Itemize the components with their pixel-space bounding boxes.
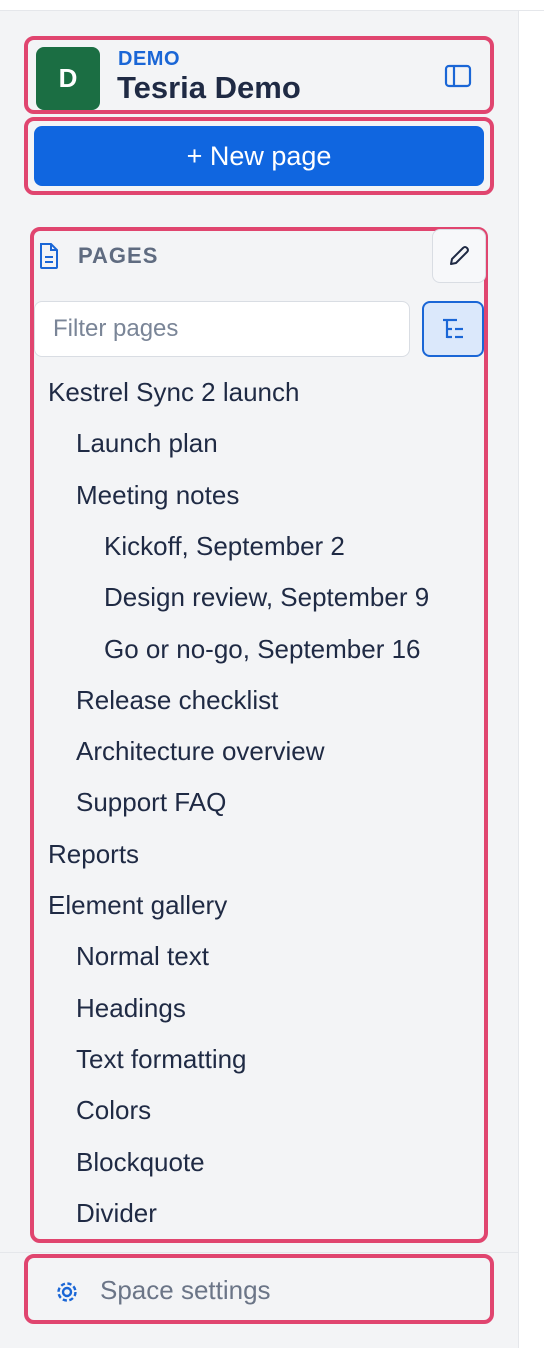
page-tree-item[interactable]: Architecture overview [76,736,325,767]
space-header[interactable]: D DEMO Tesria Demo [24,36,494,114]
space-avatar: D [36,47,100,110]
page-tree-item[interactable]: Headings [76,993,186,1024]
page-tree-item[interactable]: Go or no-go, September 16 [104,634,421,665]
pencil-icon [450,246,469,265]
page-tree-item[interactable]: Launch plan [76,428,218,459]
page-tree-item[interactable]: Divider [76,1198,157,1229]
page-tree-item[interactable]: Meeting notes [76,480,239,511]
page-tree-item[interactable]: Release checklist [76,685,278,716]
page-tree-item[interactable]: Text formatting [76,1044,247,1075]
new-page-wrapper: + New page [24,117,494,195]
space-settings-label: Space settings [100,1275,271,1305]
tree-view-icon [443,318,463,339]
page-tree-item[interactable]: Support FAQ [76,787,226,818]
filter-pages-input[interactable] [34,301,410,357]
sidebar-toggle-icon[interactable] [444,64,472,88]
space-settings-button[interactable]: Space settings [24,1254,494,1324]
gear-icon [57,1282,77,1302]
page-tree-item[interactable]: Normal text [76,941,209,972]
space-kicker: DEMO [118,48,180,70]
page-tree-item[interactable]: Element gallery [48,890,227,921]
new-page-button[interactable]: + New page [34,126,484,186]
page-tree-item[interactable]: Design review, September 9 [104,582,429,613]
tree-view-button[interactable] [422,301,484,357]
page-tree-item[interactable]: Kickoff, September 2 [104,531,345,562]
page-tree-item[interactable]: Blockquote [76,1147,205,1178]
pages-heading: PAGES [78,243,159,268]
page-tree-item[interactable]: Kestrel Sync 2 launch [48,377,299,408]
divider [0,1252,518,1253]
document-icon [40,243,58,269]
top-border [0,0,544,11]
space-name: Tesria Demo [117,70,301,105]
edit-pages-button[interactable] [432,229,486,283]
page-tree-item[interactable]: Reports [48,839,139,870]
page-tree-item[interactable]: Colors [76,1095,151,1126]
pages-panel: PAGES Kestrel Sync 2 launch Launch plan Me… [30,227,488,1243]
